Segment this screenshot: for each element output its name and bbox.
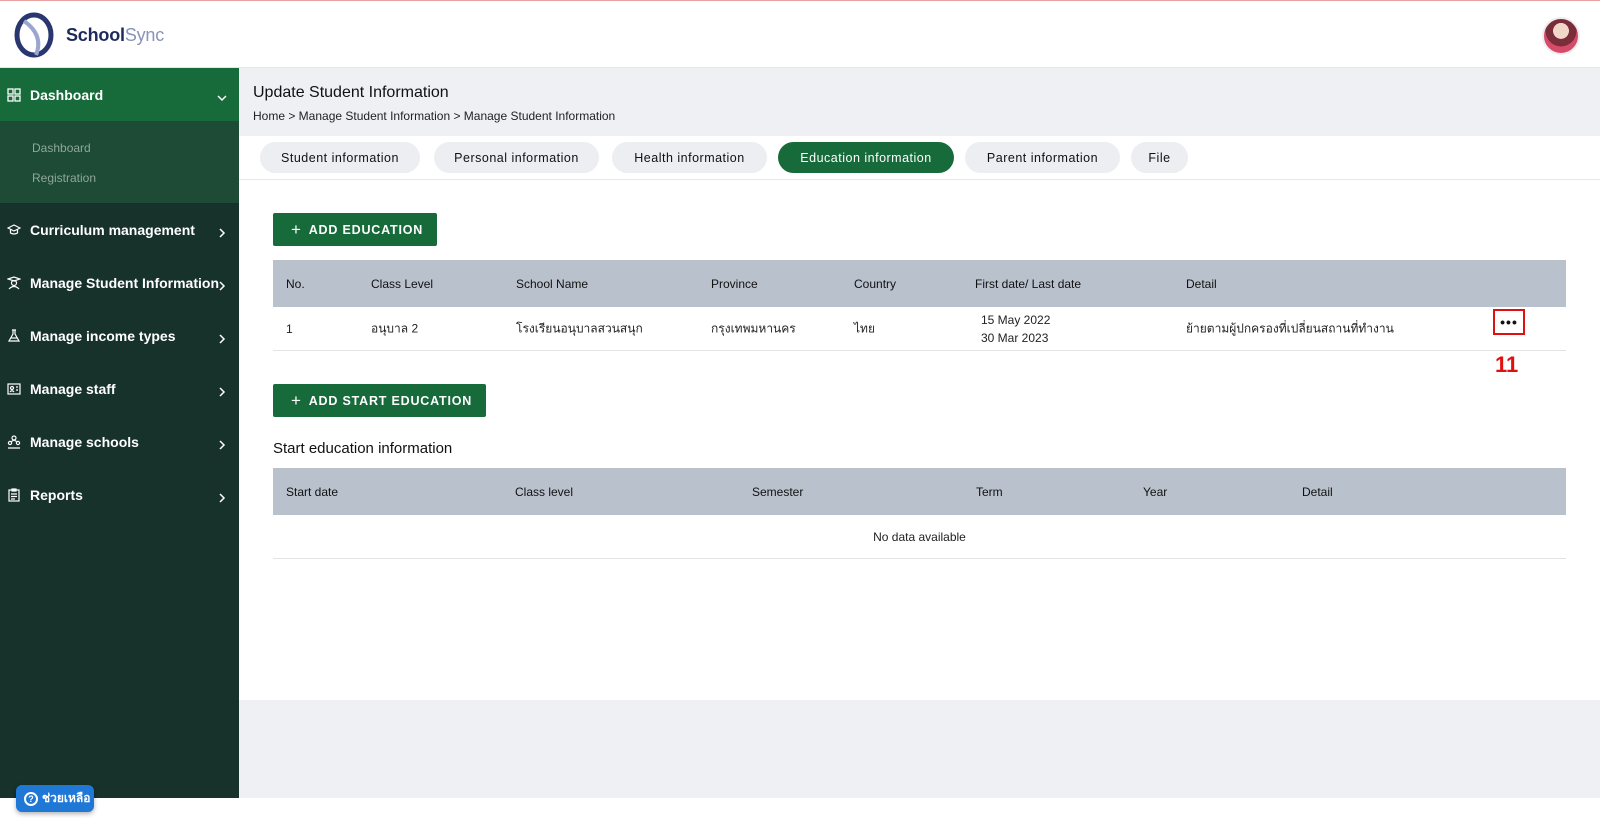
start-education-title: Start education information [273, 440, 453, 457]
education-table-header: No. Class Level School Name Province Cou… [273, 260, 1566, 307]
flask-icon [7, 328, 21, 343]
question-icon: ? [24, 791, 38, 806]
column-header: School Name [516, 276, 589, 291]
table-row: 1 อนุบาล 2 โรงเรียนอนุบาลสวนสนุก กรุงเทพ… [273, 307, 1566, 351]
add-education-button[interactable]: + ADD EDUCATION [273, 213, 438, 246]
breadcrumb[interactable]: Home > Manage Student Information > Mana… [253, 109, 615, 123]
column-header: Country [854, 276, 897, 291]
sidebar-item-label: Manage staff [30, 380, 116, 397]
cell-country: ไทย [854, 321, 875, 335]
sidebar-item-label: Manage schools [30, 433, 139, 450]
cell-school-name: โรงเรียนอนุบาลสวนสนุก [516, 321, 643, 335]
chevron-right-icon [217, 331, 227, 344]
chevron-right-icon [217, 437, 227, 450]
cell-detail: ย้ายตามผู้ปกครองที่เปลี่ยนสถานที่ทำงาน [1186, 321, 1394, 335]
tab-health-information[interactable]: Health information [612, 142, 767, 173]
row-actions-more-button[interactable]: ••• [1493, 309, 1525, 335]
plus-icon: + [291, 220, 302, 239]
column-header: Detail [1186, 276, 1217, 291]
sidebar-item-manage-student[interactable]: Manage Student Information [0, 256, 239, 309]
chevron-right-icon [217, 225, 227, 238]
column-header: Start date [286, 484, 339, 499]
sidebar-item-label: Reports [30, 486, 83, 503]
sidebar-item-curriculum[interactable]: Curriculum management [0, 203, 239, 256]
column-header: Class Level [371, 276, 434, 291]
id-card-icon [7, 382, 21, 396]
column-header: Semester [752, 484, 804, 499]
people-icon [7, 434, 21, 449]
bottom-strip [239, 700, 1600, 798]
help-label: ช่วยเหลือ [42, 791, 91, 805]
column-header: First date/ Last date [975, 276, 1082, 291]
column-header: Term [976, 484, 1003, 499]
user-avatar[interactable] [1542, 17, 1580, 55]
tab-bar: Student information Personal information… [239, 136, 1600, 180]
empty-state-text: No data available [273, 515, 1566, 559]
cell-dates: 15 May 2022 30 Mar 2023 [981, 311, 1050, 347]
chevron-down-icon [217, 90, 227, 101]
top-bar: SchoolSync [0, 0, 1600, 68]
cell-province: กรุงเทพมหานคร [711, 321, 796, 335]
column-header: Province [711, 276, 758, 291]
grid-icon [7, 87, 21, 102]
sidebar-item-label: Dashboard [30, 86, 104, 103]
tab-education-information[interactable]: Education information [778, 142, 954, 173]
add-education-label: ADD EDUCATION [308, 222, 424, 237]
tab-file[interactable]: File [1131, 142, 1188, 173]
app-name: SchoolSync [66, 24, 165, 45]
first-date: 15 May 2022 [981, 312, 1051, 327]
tab-personal-information[interactable]: Personal information [434, 142, 599, 173]
submenu-item-dashboard[interactable]: Dashboard [0, 133, 239, 163]
page-title: Update Student Information [253, 84, 449, 101]
sidebar-item-label: Manage income types [30, 327, 176, 344]
tab-student-information[interactable]: Student information [260, 142, 420, 173]
dashboard-submenu: Dashboard Registration [0, 121, 239, 203]
start-education-table-header: Start date Class level Semester Term Yea… [273, 468, 1566, 515]
cell-no: 1 [286, 321, 293, 336]
sidebar-item-income-types[interactable]: Manage income types [0, 309, 239, 362]
add-start-education-button[interactable]: + ADD START EDUCATION [273, 384, 487, 417]
chevron-right-icon [217, 384, 227, 397]
sidebar-item-label: Curriculum management [30, 221, 195, 238]
help-button[interactable]: ? ช่วยเหลือ [16, 785, 94, 812]
chevron-right-icon [217, 278, 227, 291]
graduation-cap-icon [7, 223, 21, 237]
student-icon [7, 275, 21, 290]
tab-parent-information[interactable]: Parent information [965, 142, 1120, 173]
page-header: Update Student Information Home > Manage… [253, 84, 615, 123]
sidebar-item-label: Manage Student Information [30, 274, 219, 291]
last-date: 30 Mar 2023 [981, 330, 1049, 345]
column-header: No. [286, 276, 305, 291]
cell-class-level: อนุบาล 2 [371, 321, 419, 335]
main-panel: Student information Personal information… [239, 136, 1600, 700]
chevron-right-icon [217, 490, 227, 503]
step-marker-label: 11 [1495, 352, 1519, 377]
submenu-item-registration[interactable]: Registration [0, 163, 239, 193]
sidebar: Dashboard Dashboard Registration Curricu… [0, 68, 239, 798]
column-header: Detail [1302, 484, 1333, 499]
clipboard-icon [7, 487, 21, 502]
column-header: Class level [515, 484, 574, 499]
sidebar-item-manage-staff[interactable]: Manage staff [0, 362, 239, 415]
sidebar-item-reports[interactable]: Reports [0, 468, 239, 521]
logo-mark-icon [14, 11, 58, 59]
sidebar-item-dashboard[interactable]: Dashboard [0, 68, 239, 121]
column-header: Year [1143, 484, 1168, 499]
app-logo[interactable]: SchoolSync [14, 11, 164, 59]
plus-icon: + [291, 391, 302, 410]
add-start-education-label: ADD START EDUCATION [308, 393, 473, 408]
sidebar-item-manage-schools[interactable]: Manage schools [0, 415, 239, 468]
